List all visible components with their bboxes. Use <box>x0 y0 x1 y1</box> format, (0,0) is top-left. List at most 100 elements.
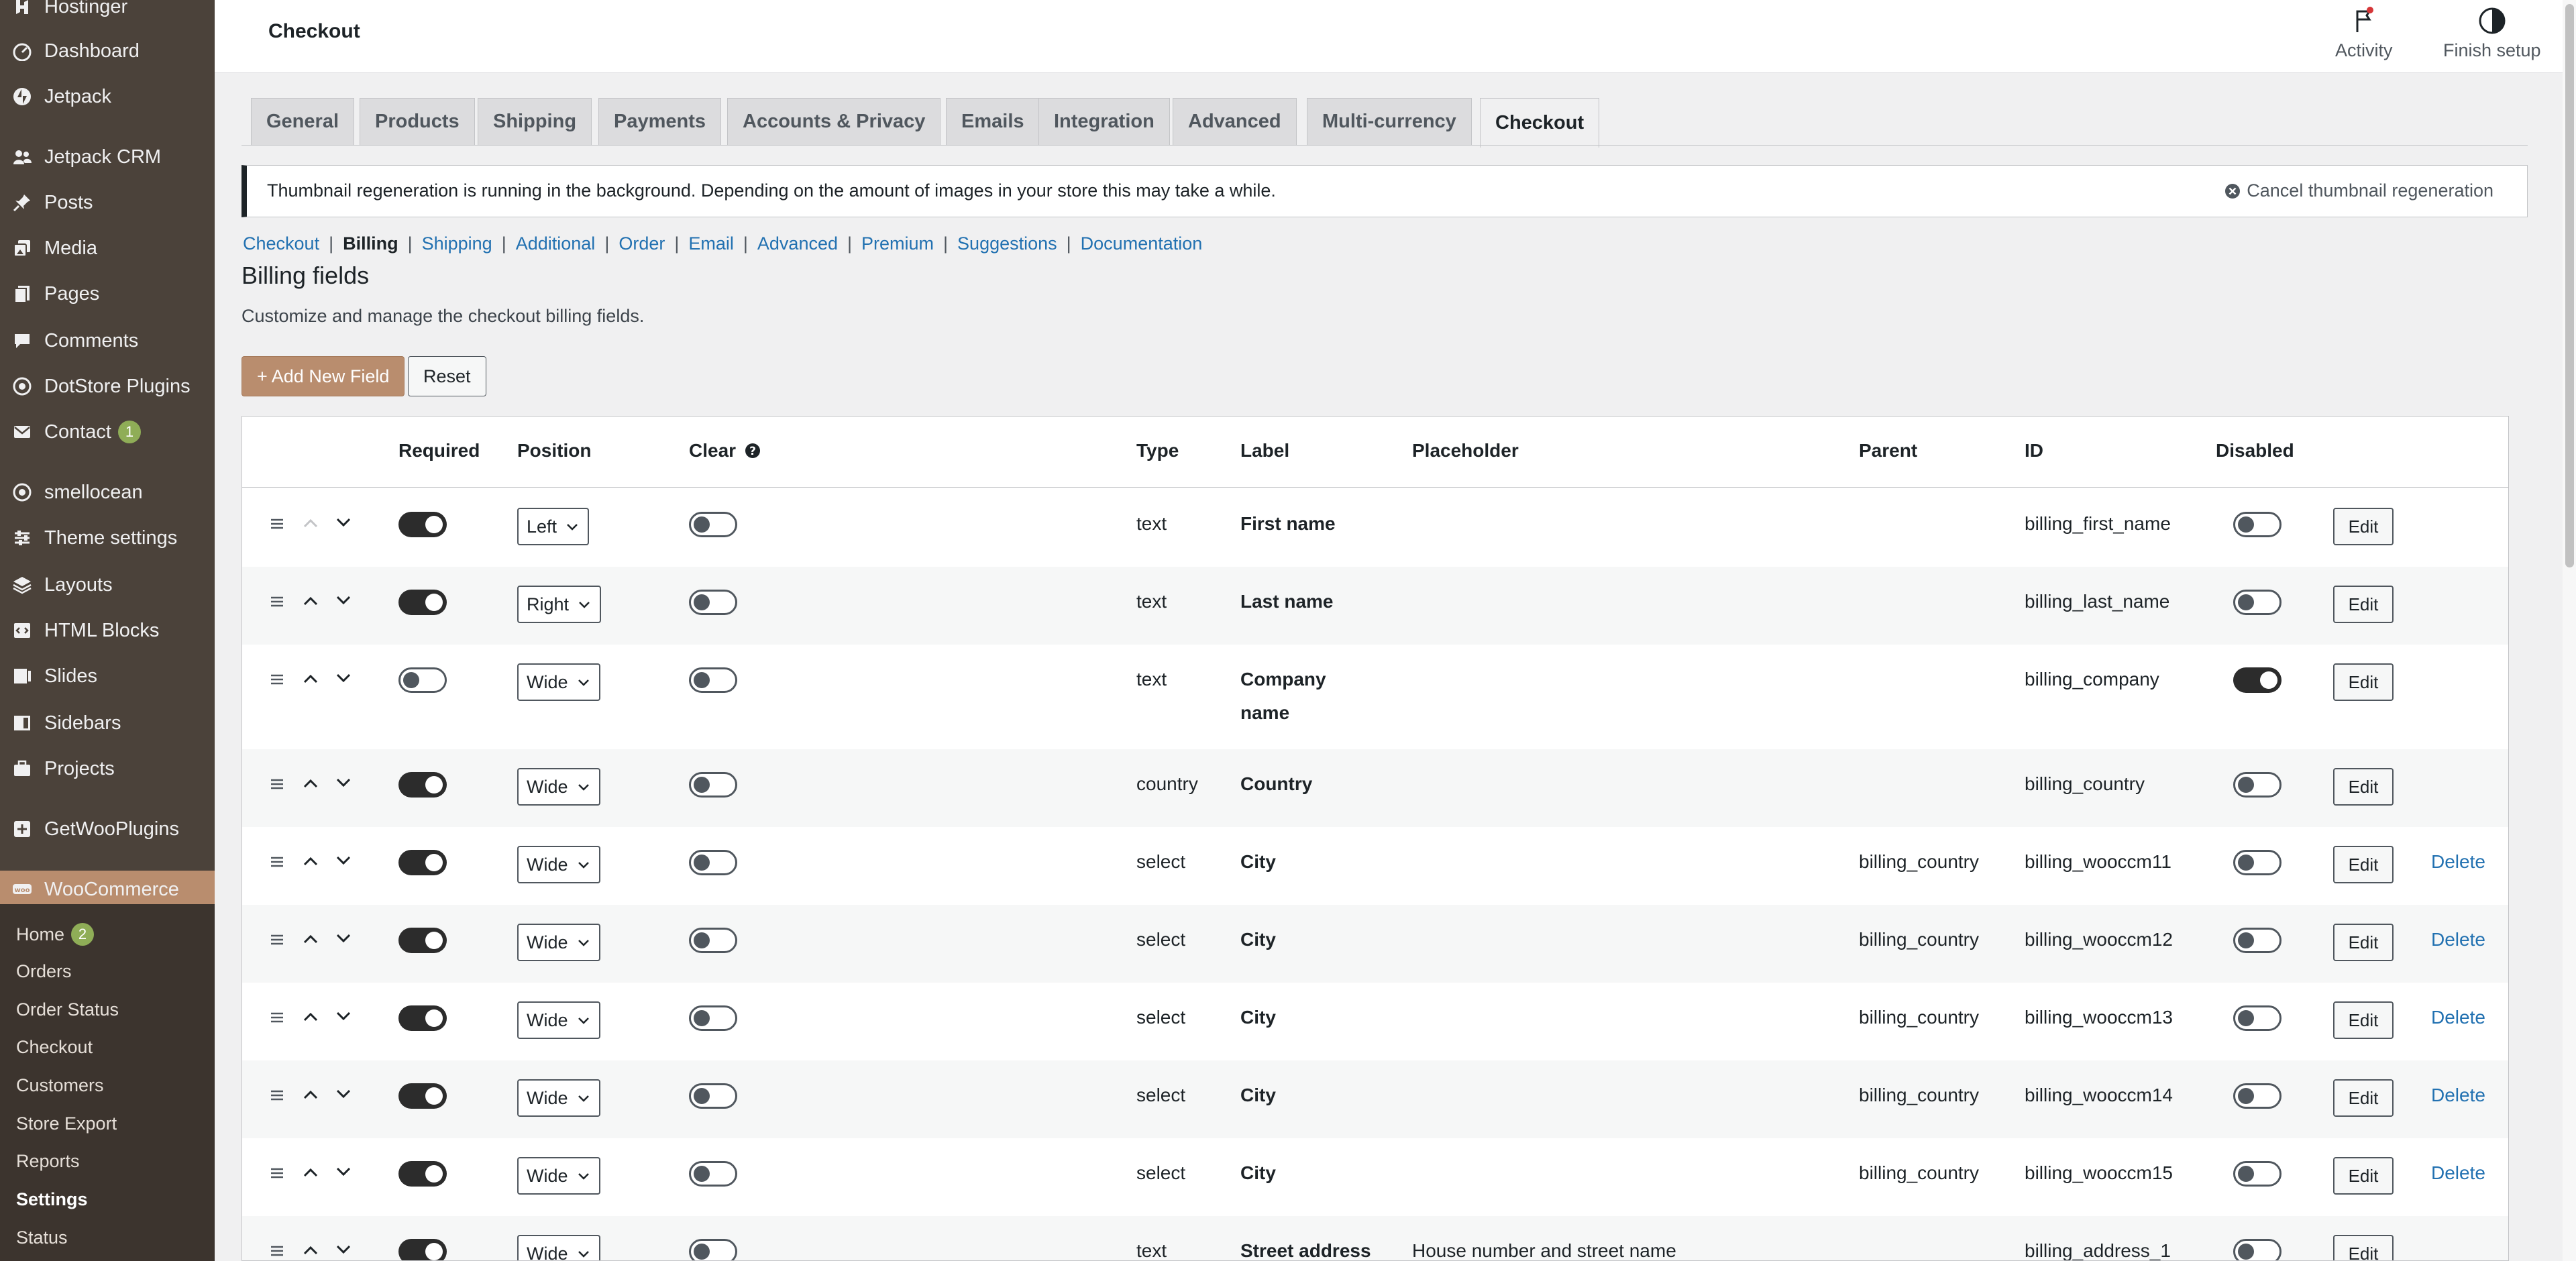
position-select[interactable]: Wide <box>517 663 600 701</box>
submenu-item-home[interactable]: Home 2 <box>16 923 95 946</box>
move-up-icon[interactable] <box>301 929 321 949</box>
drag-handle-icon[interactable] <box>269 1165 285 1181</box>
add-new-field-button[interactable]: + Add New Field <box>241 356 405 396</box>
position-select[interactable]: Wide <box>517 1001 600 1039</box>
sidebar-item-sidebars[interactable]: Sidebars <box>0 704 215 742</box>
tab-shipping[interactable]: Shipping <box>478 98 592 145</box>
subnav-suggestions[interactable]: Suggestions <box>957 233 1057 254</box>
sidebar-item-hostinger[interactable]: Hostinger <box>0 0 215 25</box>
disabled-toggle[interactable] <box>2233 1005 2282 1031</box>
delete-link[interactable]: Delete <box>2431 1007 2485 1028</box>
move-up-icon[interactable] <box>301 773 321 793</box>
disabled-toggle[interactable] <box>2233 1161 2282 1187</box>
required-toggle[interactable] <box>398 772 447 798</box>
clear-toggle[interactable] <box>689 772 737 798</box>
move-up-icon[interactable] <box>301 1085 321 1105</box>
position-select[interactable]: Wide <box>517 846 600 883</box>
move-up-icon[interactable] <box>301 1007 321 1027</box>
activity-button[interactable]: Activity <box>2335 5 2393 61</box>
subnav-additional[interactable]: Additional <box>516 233 596 254</box>
sidebar-item-jetpack[interactable]: Jetpack <box>0 78 215 115</box>
position-select[interactable]: Wide <box>517 1235 600 1260</box>
move-down-icon[interactable] <box>333 512 354 532</box>
move-up-icon[interactable] <box>301 851 321 871</box>
submenu-item-order-status[interactable]: Order Status <box>16 999 119 1020</box>
sidebar-item-comments[interactable]: Comments <box>0 322 215 360</box>
disabled-toggle[interactable] <box>2233 667 2282 693</box>
tab-payments[interactable]: Payments <box>598 98 722 145</box>
required-toggle[interactable] <box>398 590 447 615</box>
delete-link[interactable]: Delete <box>2431 929 2485 950</box>
tab-accounts-privacy[interactable]: Accounts & Privacy <box>727 98 941 145</box>
sidebar-item-posts[interactable]: Posts <box>0 184 215 221</box>
tab-emails[interactable]: Emails <box>946 98 1040 145</box>
position-select[interactable]: Right <box>517 586 602 623</box>
clear-toggle[interactable] <box>689 1239 737 1260</box>
delete-link[interactable]: Delete <box>2431 1085 2485 1106</box>
clear-toggle[interactable] <box>689 667 737 693</box>
required-toggle[interactable] <box>398 1083 447 1109</box>
page-scrollbar[interactable] <box>2563 0 2576 1261</box>
sidebar-item-dotstore-plugins[interactable]: DotStore Plugins <box>0 368 215 405</box>
tab-integration[interactable]: Integration <box>1038 98 1170 145</box>
submenu-item-orders[interactable]: Orders <box>16 961 72 982</box>
drag-handle-icon[interactable] <box>269 1087 285 1103</box>
submenu-item-checkout[interactable]: Checkout <box>16 1037 93 1058</box>
edit-button[interactable]: Edit <box>2333 1235 2394 1260</box>
position-select[interactable]: Left <box>517 508 590 545</box>
edit-button[interactable]: Edit <box>2333 508 2394 545</box>
submenu-item-reports[interactable]: Reports <box>16 1151 80 1172</box>
sidebar-item-slides[interactable]: Slides <box>0 657 215 695</box>
sidebar-item-layouts[interactable]: Layouts <box>0 566 215 604</box>
edit-button[interactable]: Edit <box>2333 768 2394 806</box>
tab-checkout[interactable]: Checkout <box>1480 98 1600 148</box>
drag-handle-icon[interactable] <box>269 932 285 948</box>
delete-link[interactable]: Delete <box>2431 1162 2485 1184</box>
submenu-item-settings[interactable]: Settings <box>16 1189 88 1210</box>
submenu-item-status[interactable]: Status <box>16 1227 68 1248</box>
sidebar-item-woocommerce[interactable]: woo WooCommerce <box>0 871 215 908</box>
move-down-icon[interactable] <box>333 1161 354 1181</box>
tab-general[interactable]: General <box>251 98 354 145</box>
drag-handle-icon[interactable] <box>269 1243 285 1259</box>
drag-handle-icon[interactable] <box>269 516 285 532</box>
edit-button[interactable]: Edit <box>2333 1001 2394 1039</box>
tab-multi-currency[interactable]: Multi-currency <box>1307 98 1472 145</box>
clear-toggle[interactable] <box>689 1005 737 1031</box>
edit-button[interactable]: Edit <box>2333 663 2394 701</box>
edit-button[interactable]: Edit <box>2333 924 2394 961</box>
disabled-toggle[interactable] <box>2233 928 2282 953</box>
disabled-toggle[interactable] <box>2233 850 2282 875</box>
move-down-icon[interactable] <box>333 1239 354 1259</box>
required-toggle[interactable] <box>398 1239 447 1260</box>
required-toggle[interactable] <box>398 850 447 875</box>
subnav-email[interactable]: Email <box>688 233 734 254</box>
tab-advanced[interactable]: Advanced <box>1173 98 1297 145</box>
position-select[interactable]: Wide <box>517 924 600 961</box>
help-icon[interactable]: ? <box>744 442 761 459</box>
move-up-icon[interactable] <box>301 1240 321 1260</box>
subnav-advanced[interactable]: Advanced <box>757 233 838 254</box>
subnav-documentation[interactable]: Documentation <box>1081 233 1203 254</box>
drag-handle-icon[interactable] <box>269 1009 285 1026</box>
required-toggle[interactable] <box>398 667 447 693</box>
edit-button[interactable]: Edit <box>2333 586 2394 623</box>
subnav-checkout[interactable]: Checkout <box>243 233 319 254</box>
sidebar-item-projects[interactable]: Projects <box>0 750 215 787</box>
reset-button[interactable]: Reset <box>408 356 486 396</box>
disabled-toggle[interactable] <box>2233 1083 2282 1109</box>
position-select[interactable]: Wide <box>517 1079 600 1117</box>
submenu-item-customers[interactable]: Customers <box>16 1075 104 1096</box>
disabled-toggle[interactable] <box>2233 1239 2282 1260</box>
drag-handle-icon[interactable] <box>269 776 285 792</box>
cancel-regeneration-link[interactable]: Cancel thumbnail regeneration <box>2224 180 2493 201</box>
sidebar-item-theme-settings[interactable]: Theme settings <box>0 519 215 557</box>
subnav-order[interactable]: Order <box>619 233 665 254</box>
disabled-toggle[interactable] <box>2233 772 2282 798</box>
move-down-icon[interactable] <box>333 928 354 948</box>
scrollbar-thumb[interactable] <box>2565 4 2574 567</box>
sidebar-item-jetpack-crm[interactable]: Jetpack CRM <box>0 138 215 176</box>
clear-toggle[interactable] <box>689 1161 737 1187</box>
drag-handle-icon[interactable] <box>269 671 285 688</box>
move-up-icon[interactable] <box>301 591 321 611</box>
